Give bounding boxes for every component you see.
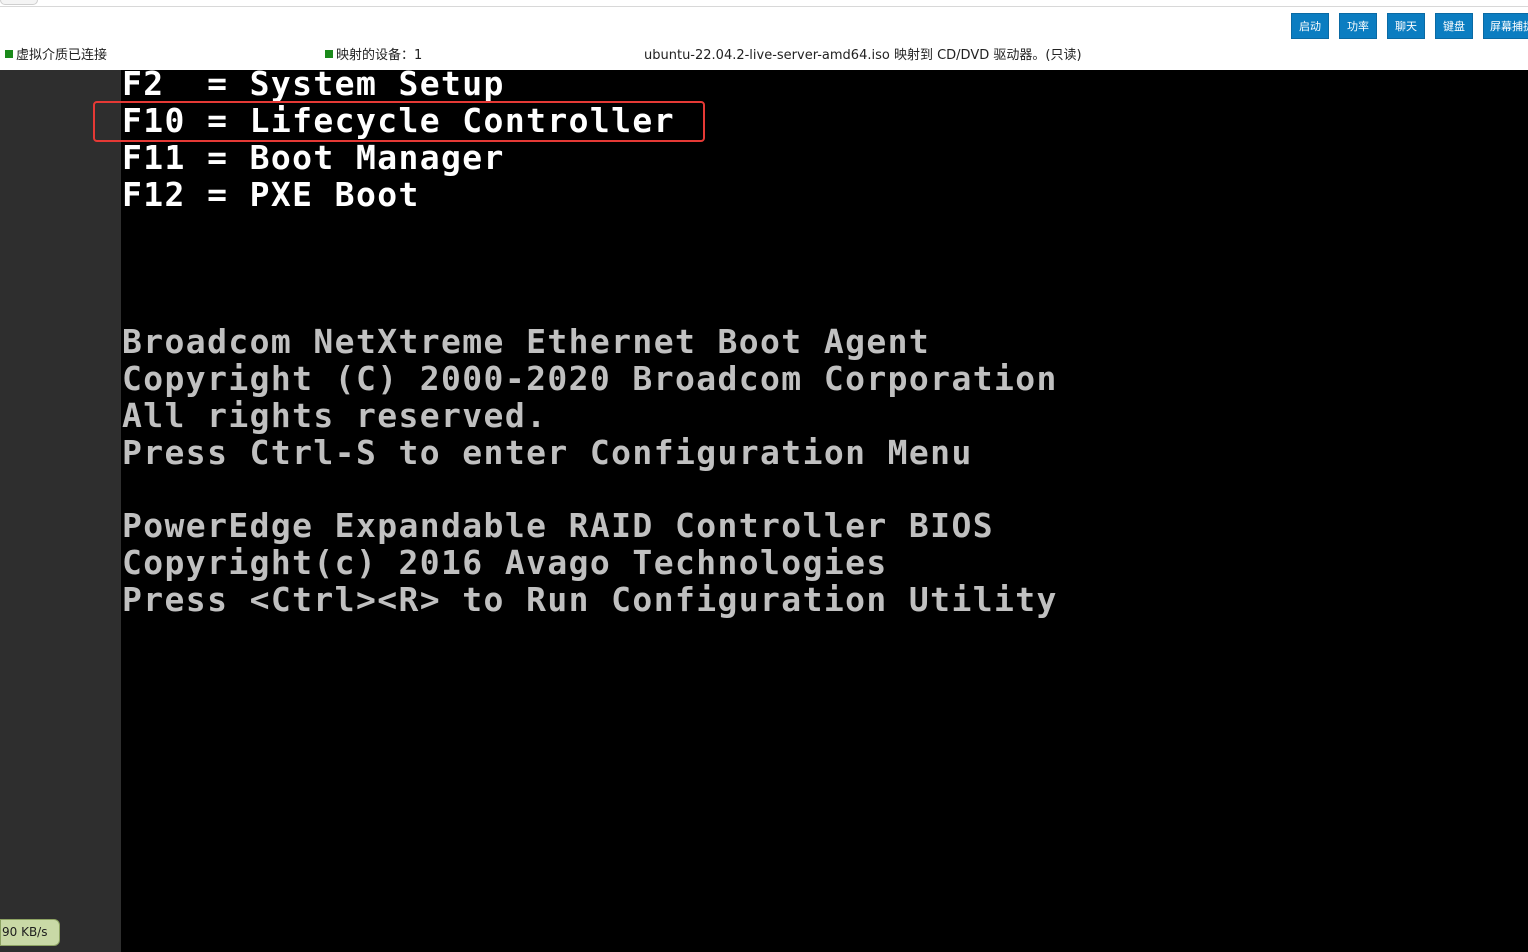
toolbar-divider xyxy=(0,6,1528,7)
console-line-f12: F12 = PXE Boot xyxy=(122,175,420,214)
console-line-f2: F2 = System Setup xyxy=(122,64,505,103)
console-line-broadcom: Broadcom NetXtreme Ethernet Boot Agent xyxy=(122,322,931,361)
status-indicator-icon xyxy=(325,49,333,58)
console-line-f11: F11 = Boot Manager xyxy=(122,138,505,177)
left-panel xyxy=(0,70,121,952)
console-line-ctrl-r: Press <Ctrl><R> to Run Configuration Uti… xyxy=(122,580,1058,619)
screen-capture-button[interactable]: 屏幕捕捉 xyxy=(1483,13,1528,39)
mapping-info-text: ubuntu-22.04.2-live-server-amd64.iso 映射到… xyxy=(644,48,1082,63)
status-indicator-icon xyxy=(5,49,13,58)
boot-button[interactable]: 启动 xyxy=(1291,13,1329,39)
network-speed-badge: 90 KB/s xyxy=(0,919,60,946)
virtual-media-status: 虚拟介质已连接 xyxy=(5,44,107,63)
console-line-ctrl-s: Press Ctrl-S to enter Configuration Menu xyxy=(122,433,973,472)
mapping-info: ubuntu-22.04.2-live-server-amd64.iso 映射到… xyxy=(644,44,1082,63)
chat-button[interactable]: 聊天 xyxy=(1387,13,1425,39)
toolbar-buttons: 启动 功率 聊天 键盘 屏幕捕捉 xyxy=(1291,13,1528,39)
kvm-toolbar: 启动 功率 聊天 键盘 屏幕捕捉 虚拟介质已连接 映射的设备：1 ubuntu-… xyxy=(0,0,1528,70)
browser-tab-stub xyxy=(0,0,38,5)
console-line-avago-copyright: Copyright(c) 2016 Avago Technologies xyxy=(122,543,888,582)
power-button[interactable]: 功率 xyxy=(1339,13,1377,39)
mapped-devices-text: 映射的设备：1 xyxy=(336,48,423,63)
console-line-rights: All rights reserved. xyxy=(122,396,548,435)
virtual-media-status-text: 虚拟介质已连接 xyxy=(16,48,108,63)
keyboard-button[interactable]: 键盘 xyxy=(1435,13,1473,39)
console-line-broadcom-copyright: Copyright (C) 2000-2020 Broadcom Corpora… xyxy=(122,359,1058,398)
console-line-perc-bios: PowerEdge Expandable RAID Controller BIO… xyxy=(122,506,994,545)
mapped-devices-status: 映射的设备：1 xyxy=(325,44,422,63)
f10-highlight-box xyxy=(93,101,705,142)
